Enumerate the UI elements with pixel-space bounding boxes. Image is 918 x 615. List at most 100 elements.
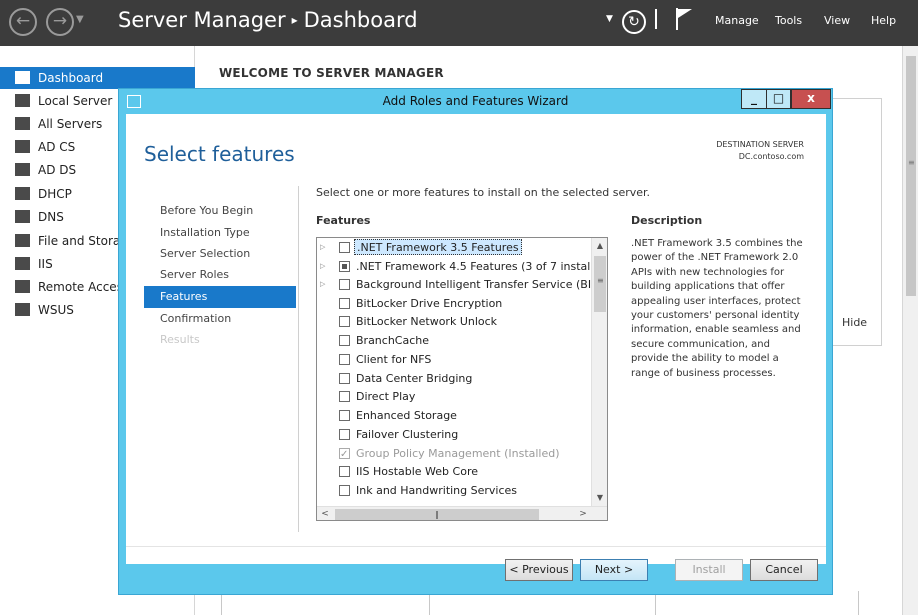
feature-checkbox[interactable]	[339, 410, 350, 421]
directory-icon	[15, 163, 30, 176]
close-button[interactable]: x	[791, 89, 831, 109]
feature-checkbox[interactable]	[339, 485, 350, 496]
feature-label[interactable]: BitLocker Drive Encryption	[356, 294, 502, 313]
menu-view[interactable]: View	[824, 14, 850, 27]
scroll-left-icon[interactable]: <	[317, 507, 333, 520]
notifications-flag-icon[interactable]	[676, 8, 692, 30]
description-text: .NET Framework 3.5 combines the power of…	[631, 238, 803, 379]
features-vertical-scrollbar[interactable]: ▲ ≡ ▼	[591, 238, 607, 506]
scroll-up-icon[interactable]: ▲	[592, 238, 607, 254]
step-confirmation[interactable]: Confirmation	[144, 308, 296, 330]
feature-checkbox[interactable]	[339, 279, 350, 290]
feature-label[interactable]: Failover Clustering	[356, 425, 458, 444]
step-before-you-begin[interactable]: Before You Begin	[144, 200, 296, 222]
welcome-title: WELCOME TO SERVER MANAGER	[219, 66, 444, 80]
feature-checkbox	[339, 445, 350, 464]
scrollbar-thumb[interactable]	[906, 56, 916, 296]
description-header: Description	[631, 214, 703, 227]
feature-label[interactable]: BitLocker Network Unlock	[356, 312, 497, 331]
feature-checkbox[interactable]	[339, 242, 350, 253]
feature-label[interactable]: Background Intelligent Transfer Service …	[356, 275, 607, 294]
expand-arrow-icon[interactable]: ▷	[320, 238, 325, 257]
feature-checkbox[interactable]	[339, 297, 350, 309]
feature-item[interactable]: Data Center Bridging	[317, 369, 591, 388]
feature-label[interactable]: .NET Framework 4.5 Features (3 of 7 inst…	[356, 257, 607, 276]
scroll-down-icon[interactable]: ▼	[592, 490, 607, 506]
previous-button[interactable]: < Previous	[505, 559, 573, 581]
scrollbar-thumb[interactable]: ≡	[594, 256, 606, 312]
features-horizontal-scrollbar[interactable]: < ‖ >	[317, 506, 607, 520]
tile-divider	[858, 591, 859, 615]
wizard-titlebar[interactable]: Add Roles and Features Wizard _ □ x	[119, 89, 832, 115]
feature-label[interactable]: Client for NFS	[356, 350, 431, 369]
refresh-icon[interactable]: ↻	[622, 10, 646, 34]
scroll-right-icon[interactable]: >	[575, 507, 591, 520]
menu-manage[interactable]: Manage	[715, 14, 759, 27]
cancel-button[interactable]: Cancel	[750, 559, 818, 581]
chevron-down-icon[interactable]: ▼	[606, 14, 613, 24]
dhcp-icon	[15, 187, 30, 200]
feature-checkbox[interactable]	[339, 391, 350, 402]
server-manager-header: ← → ▼ Server Manager ▸ Dashboard ▼ ↻ Manag…	[0, 0, 918, 46]
back-arrow-icon[interactable]: ←	[9, 8, 37, 36]
feature-checkbox[interactable]	[339, 316, 350, 327]
feature-item[interactable]: ▷ .NET Framework 4.5 Features (3 of 7 ins…	[317, 257, 607, 276]
feature-label: Group Policy Management (Installed)	[356, 446, 560, 460]
step-installation-type[interactable]: Installation Type	[144, 222, 296, 244]
feature-label[interactable]: Ink and Handwriting Services	[356, 481, 517, 500]
feature-item[interactable]: Enhanced Storage	[317, 406, 591, 425]
menu-tools[interactable]: Tools	[775, 14, 802, 27]
iis-icon	[15, 257, 30, 270]
feature-item[interactable]: BranchCache	[317, 331, 591, 350]
sidebar-item-dashboard[interactable]: Dashboard	[0, 67, 195, 89]
feature-checkbox[interactable]	[339, 372, 350, 384]
file-storage-icon	[15, 234, 30, 247]
feature-checkbox[interactable]	[339, 428, 350, 440]
feature-item[interactable]: BitLocker Drive Encryption	[317, 294, 591, 313]
feature-label[interactable]: Data Center Bridging	[356, 369, 472, 388]
features-list[interactable]: ▷ .NET Framework 3.5 Features ▷ .NET Frame…	[316, 237, 608, 521]
forward-arrow-icon[interactable]: →	[46, 8, 74, 36]
minimize-button[interactable]: _	[741, 89, 767, 109]
feature-item[interactable]: ▷ Background Intelligent Transfer Service…	[317, 275, 607, 294]
scrollbar-thumb[interactable]: ‖	[335, 509, 539, 520]
feature-item[interactable]: Failover Clustering	[317, 425, 591, 444]
menu-help[interactable]: Help	[871, 14, 896, 27]
step-server-selection[interactable]: Server Selection	[144, 243, 296, 265]
feature-item[interactable]: ▷ .NET Framework 3.5 Features	[317, 238, 591, 257]
feature-label[interactable]: IIS Hostable Web Core	[356, 462, 478, 481]
wsus-icon	[15, 303, 30, 316]
remote-access-icon	[15, 280, 30, 293]
expand-arrow-icon[interactable]: ▷	[320, 257, 325, 276]
destination-server-value: DC.contoso.com	[738, 152, 804, 161]
maximize-button[interactable]: □	[766, 89, 791, 109]
steps-divider	[298, 186, 299, 532]
certificate-icon	[15, 140, 30, 153]
feature-item: Group Policy Management (Installed)	[317, 444, 591, 464]
step-server-roles[interactable]: Server Roles	[144, 264, 296, 286]
feature-item[interactable]: IIS Hostable Web Core	[317, 462, 591, 481]
step-results: Results	[160, 333, 200, 346]
page-scrollbar[interactable]: ≡	[902, 46, 918, 615]
breadcrumb-separator-icon: ▸	[291, 13, 298, 27]
history-dropdown-icon[interactable]: ▼	[76, 14, 84, 25]
next-button[interactable]: Next >	[580, 559, 648, 581]
breadcrumb: Server Manager ▸ Dashboard	[118, 8, 418, 32]
feature-checkbox[interactable]	[339, 466, 350, 477]
feature-label[interactable]: Direct Play	[356, 387, 415, 406]
feature-label[interactable]: .NET Framework 3.5 Features	[354, 239, 522, 255]
feature-label[interactable]: BranchCache	[356, 331, 429, 350]
feature-checkbox[interactable]	[339, 353, 350, 365]
wizard-heading: Select features	[144, 142, 295, 166]
hide-link[interactable]: Hide	[842, 316, 867, 329]
feature-item[interactable]: Direct Play	[317, 387, 591, 406]
feature-checkbox[interactable]	[339, 335, 350, 346]
feature-checkbox[interactable]	[339, 260, 350, 272]
feature-item[interactable]: Client for NFS	[317, 350, 591, 369]
feature-item[interactable]: Ink and Handwriting Services	[317, 481, 591, 500]
feature-label[interactable]: Enhanced Storage	[356, 406, 457, 425]
expand-arrow-icon[interactable]: ▷	[320, 275, 325, 294]
step-features[interactable]: Features	[144, 286, 296, 308]
feature-item[interactable]: BitLocker Network Unlock	[317, 312, 591, 331]
dns-icon	[15, 210, 30, 223]
